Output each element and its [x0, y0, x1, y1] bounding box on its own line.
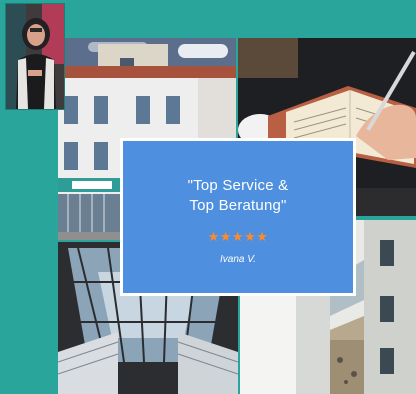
quote-line-1: "Top Service & [187, 177, 289, 194]
testimonial-author: Ivana V. [220, 254, 256, 265]
testimonial-card: "Top Service & Top Beratung" ★★★★★ Ivana… [120, 138, 356, 296]
portrait-photo [5, 3, 65, 110]
star-rating: ★★★★★ [207, 229, 269, 244]
testimonial-quote: "Top Service & Top Beratung" [123, 176, 353, 216]
testimonial-graphic: "Top Service & Top Beratung" ★★★★★ Ivana… [0, 0, 416, 394]
quote-line-2: Top Beratung" [189, 197, 287, 214]
